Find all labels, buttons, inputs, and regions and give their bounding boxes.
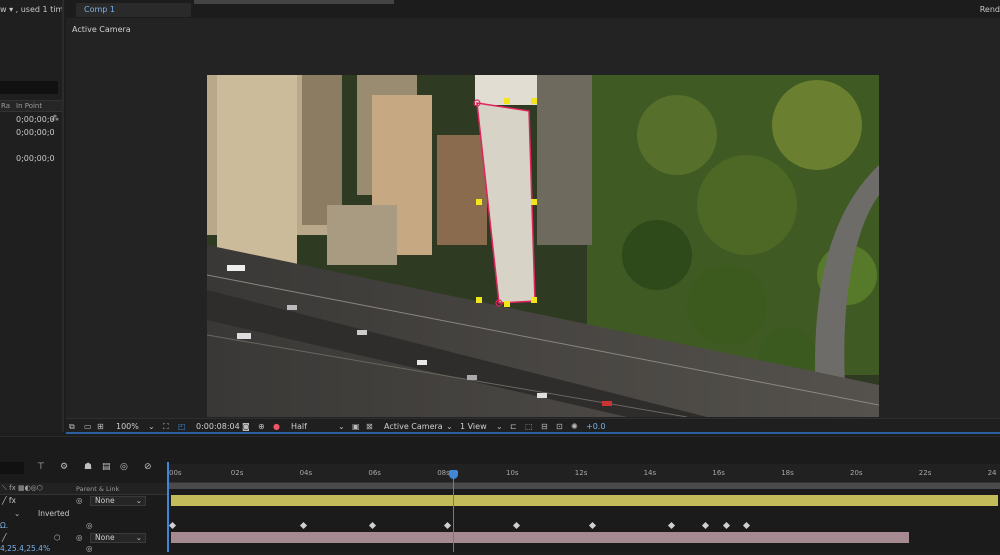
- reset-exposure-icon[interactable]: ✺: [571, 422, 578, 431]
- timeline-panel: ⊤ ⚙ ☗ ▤ ◎ ⊘ 00s 02s 04s 06s 08s 10s 12s 14s 16s 1…: [0, 436, 1000, 553]
- video-frame[interactable]: [207, 75, 879, 417]
- show-snapshot-icon[interactable]: ⊕: [258, 422, 265, 431]
- project-column-header: Ra In Point: [0, 100, 62, 112]
- snapshot-camera-icon[interactable]: ◙: [242, 422, 250, 431]
- network-icon: ⁂: [51, 114, 59, 123]
- composition-tab-bar: Comp 1 Rend: [66, 0, 1000, 18]
- transform-handle: [504, 98, 510, 104]
- vr-icon[interactable]: ⊞: [97, 422, 104, 431]
- column-in-point[interactable]: In Point: [16, 102, 42, 110]
- chevron-down-icon[interactable]: ⌄: [148, 422, 155, 431]
- project-search-input[interactable]: [0, 81, 58, 94]
- transform-handle: [531, 98, 537, 104]
- transform-handle: [504, 301, 510, 307]
- exposure-value[interactable]: +0.0: [586, 422, 605, 431]
- footage-usage-text: w ▾ , used 1 time: [0, 5, 64, 14]
- composition-viewer[interactable]: Active Camera: [66, 18, 1000, 418]
- transform-handle: [531, 297, 537, 303]
- transparency-grid-icon[interactable]: ⊠: [366, 422, 373, 431]
- keyframe[interactable]: [667, 521, 675, 530]
- keyframe[interactable]: [512, 521, 521, 530]
- chevron-down-icon[interactable]: ⌄: [338, 422, 345, 431]
- view-layout-dropdown[interactable]: 1 View: [460, 422, 487, 431]
- resolution-dropdown[interactable]: Half: [291, 422, 307, 431]
- comp-start-marker: [167, 462, 169, 552]
- always-preview-icon[interactable]: ⧉: [69, 422, 75, 432]
- keyframe[interactable]: [743, 521, 751, 530]
- chevron-down-icon[interactable]: ⌄: [496, 422, 503, 431]
- keyframe[interactable]: [722, 521, 730, 530]
- mask-visibility-icon[interactable]: ◰: [178, 422, 186, 431]
- keyframe[interactable]: [444, 521, 452, 530]
- keyframe[interactable]: [702, 521, 710, 530]
- channel-color-icon[interactable]: ●: [273, 422, 280, 431]
- monitor-icon[interactable]: ▭: [84, 422, 92, 431]
- toggle-pixel-aspect-icon[interactable]: ⊏: [510, 422, 517, 431]
- timeline-tracks[interactable]: [0, 437, 1000, 552]
- comp-flowchart-icon[interactable]: ⊡: [556, 422, 563, 431]
- keyframe[interactable]: [168, 521, 177, 530]
- camera-dropdown[interactable]: Active Camera: [384, 422, 443, 431]
- timeline-icon[interactable]: ⊟: [541, 422, 548, 431]
- tab-render-queue[interactable]: Rend: [980, 5, 1000, 14]
- transform-handle: [476, 297, 482, 303]
- zoom-dropdown[interactable]: 100%: [116, 422, 139, 431]
- in-point-value: 0;00;00;0: [16, 154, 55, 163]
- keyframe[interactable]: [368, 521, 376, 530]
- tab-strip-divider: [194, 0, 394, 4]
- transform-handle: [531, 199, 537, 205]
- keyframe[interactable]: [588, 521, 596, 530]
- layer-duration-bar[interactable]: [171, 495, 998, 506]
- current-time-display[interactable]: 0:00:08:04: [196, 422, 240, 431]
- tab-comp-1[interactable]: Comp 1: [76, 3, 191, 17]
- region-of-interest-icon[interactable]: ▣: [352, 422, 360, 431]
- transform-handle: [476, 199, 482, 205]
- in-point-value: 0;00;00;0: [16, 128, 55, 137]
- fast-preview-icon[interactable]: ⬚: [525, 422, 533, 431]
- chevron-down-icon[interactable]: ⌄: [446, 422, 453, 431]
- layer-duration-bar[interactable]: [171, 532, 909, 543]
- playhead-line[interactable]: [452, 473, 454, 552]
- in-point-value: 0;00;00;0: [16, 115, 55, 124]
- keyframe[interactable]: [299, 521, 307, 530]
- column-rate[interactable]: Ra: [1, 102, 10, 110]
- viewer-camera-label: Active Camera: [72, 25, 131, 34]
- project-panel: w ▾ , used 1 time Ra In Point 0;00;00;0 …: [0, 0, 64, 432]
- playhead-handle[interactable]: [448, 470, 458, 479]
- fit-icon[interactable]: ⛶: [163, 422, 169, 432]
- viewer-toolbar: ⧉ ▭ ⊞ 100% ⌄ ⛶ ◰ 0:00:08:04 ◙ ⊕ ● Half ⌄…: [66, 418, 1000, 434]
